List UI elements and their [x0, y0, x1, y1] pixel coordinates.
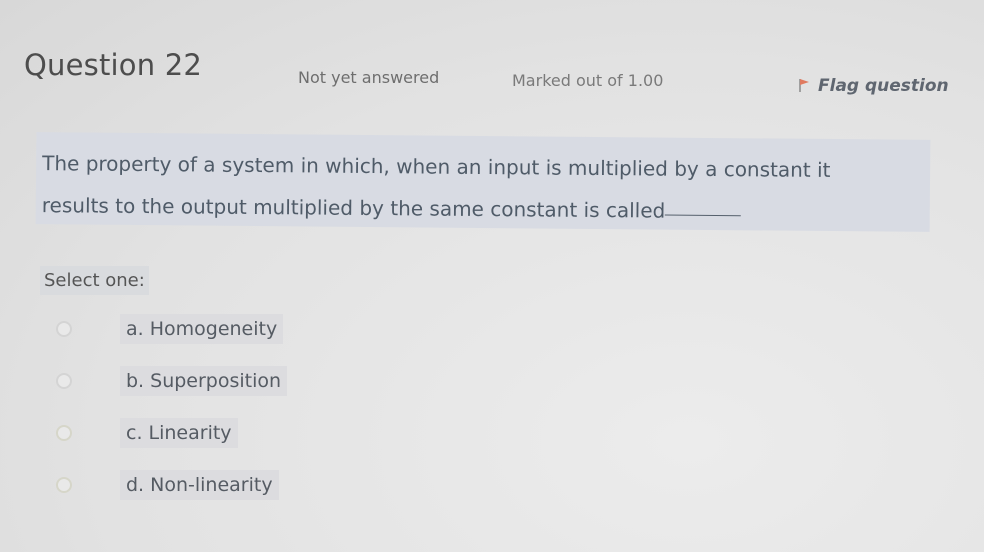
- select-one-label: Select one:: [40, 266, 149, 295]
- option-d[interactable]: d. Non-linearity: [56, 470, 279, 500]
- option-c[interactable]: c. Linearity: [56, 418, 238, 448]
- question-text-line2: results to the output multiplied by the …: [41, 193, 666, 223]
- flag-icon: [798, 77, 810, 96]
- option-b-label[interactable]: b. Superposition: [120, 366, 288, 396]
- question-marks: Marked out of 1.00: [512, 71, 664, 90]
- option-c-label[interactable]: c. Linearity: [120, 418, 238, 448]
- question-text: The property of a system in which, when …: [42, 142, 931, 234]
- radio-button-a[interactable]: [56, 321, 72, 337]
- radio-button-c[interactable]: [56, 425, 72, 441]
- flag-question-link[interactable]: Flag question: [798, 76, 949, 96]
- radio-button-d[interactable]: [56, 477, 72, 493]
- question-text-line1: The property of a system in which, when …: [42, 151, 831, 183]
- answer-blank: [665, 214, 742, 217]
- radio-button-b[interactable]: [56, 373, 72, 389]
- option-a[interactable]: a. Homogeneity: [56, 314, 284, 344]
- option-d-label[interactable]: d. Non-linearity: [120, 470, 279, 500]
- option-b[interactable]: b. Superposition: [56, 366, 288, 396]
- question-title: Question 22: [24, 48, 203, 82]
- question-status: Not yet answered: [298, 68, 440, 87]
- option-a-label[interactable]: a. Homogeneity: [120, 314, 284, 344]
- flag-question-label: Flag question: [818, 76, 949, 96]
